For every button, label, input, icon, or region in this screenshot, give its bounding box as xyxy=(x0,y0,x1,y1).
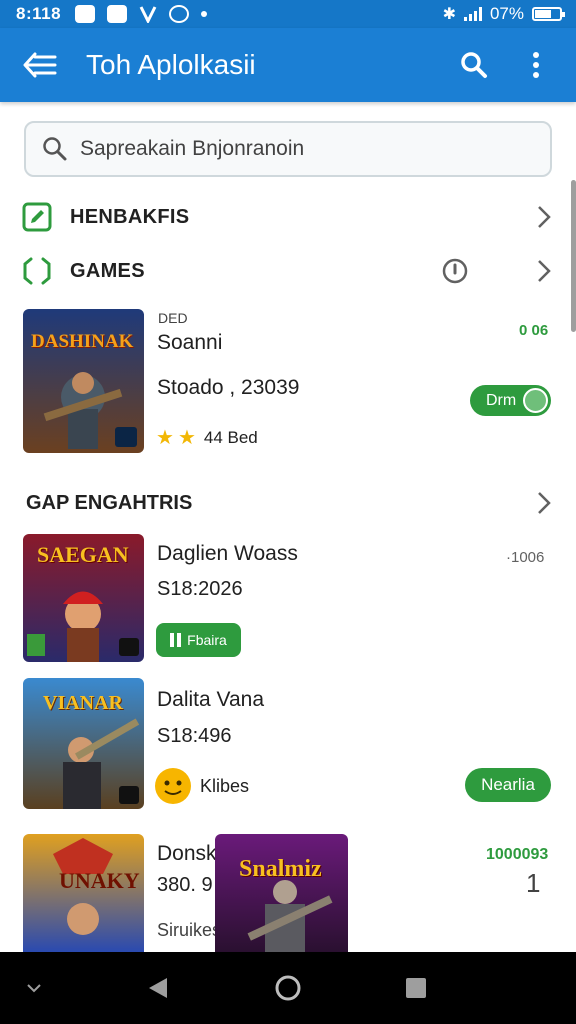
section-header[interactable]: GAP ENGAHTRIS xyxy=(26,483,556,523)
thumbnail-title: UNAKY xyxy=(59,868,140,893)
pause-icon xyxy=(170,633,182,647)
scrollbar[interactable] xyxy=(571,180,576,332)
nav-recents-button[interactable] xyxy=(402,974,430,1002)
search-icon xyxy=(43,137,67,161)
back-triangle-icon xyxy=(149,978,167,998)
app-name: Dalita Vana xyxy=(157,688,265,711)
overlay-game-thumbnail[interactable]: Snalmiz xyxy=(215,834,348,952)
thumbnail-title: VIANAR xyxy=(43,692,123,714)
home-circle-icon xyxy=(275,975,301,1001)
nav-collapse-button[interactable] xyxy=(20,974,48,1002)
chevron-right-icon xyxy=(532,259,556,283)
chevron-down-icon xyxy=(27,984,41,993)
rating-text: 44 Bed xyxy=(203,427,258,447)
category-label: HENBAKFIS xyxy=(70,205,190,228)
gamepad-icon xyxy=(23,257,51,285)
nav-back-button[interactable] xyxy=(144,974,172,1002)
more-vert-icon xyxy=(533,52,539,78)
category-row-henbakfis[interactable]: HENBAKFIS xyxy=(22,197,556,237)
notification-icon xyxy=(107,5,128,23)
app-meta: 380. 9 xyxy=(157,874,213,896)
battery-icon xyxy=(532,7,565,21)
app-action-button[interactable]: Fbaira xyxy=(156,623,241,657)
star-icon: ★ xyxy=(177,427,196,449)
status-bar: 8:118 ✱ 07% xyxy=(0,0,576,28)
app-notification-icon xyxy=(139,5,157,25)
more-options-button[interactable] xyxy=(516,45,556,85)
app-thumbnail[interactable]: UNAKY xyxy=(23,834,144,952)
rating: ★ ★ 44 Bed xyxy=(156,425,258,450)
thumbnail-title: SAEGAN xyxy=(37,542,129,567)
app-footer: Siruikes xyxy=(157,920,222,940)
toggle-knob xyxy=(523,388,548,413)
search-input[interactable] xyxy=(80,137,520,161)
app-name: Donsk xyxy=(157,842,217,865)
app-name: Daglien Woass xyxy=(157,542,298,565)
emoji-avatar-icon xyxy=(155,768,191,804)
edit-icon xyxy=(22,202,52,232)
section-heading: GAP ENGAHTRIS xyxy=(26,491,193,514)
category-label: GAMES xyxy=(70,259,145,282)
app-action-label: Fbaira xyxy=(187,632,227,648)
thumbnail-title: DASHINAK xyxy=(31,331,134,352)
app-side-value: ·1006 xyxy=(506,549,545,566)
app-thumbnail[interactable]: SAEGAN xyxy=(23,534,144,662)
thumbnail-title: Snalmiz xyxy=(239,856,322,882)
reviewer-name: Klibes xyxy=(200,775,250,796)
toggle-label: Drm xyxy=(486,391,517,409)
chevron-right-icon xyxy=(532,491,556,515)
signal-icon xyxy=(463,7,482,21)
featured-meta: Stoado , 23039 xyxy=(157,376,300,399)
nav-home-button[interactable] xyxy=(272,972,304,1004)
featured-game-thumbnail[interactable]: DASHINAK xyxy=(23,309,144,453)
battery-percent: 07% xyxy=(489,4,524,23)
app-side-value: 1000093 xyxy=(486,846,549,863)
toggle-switch[interactable]: Drm xyxy=(470,385,551,416)
compass-icon xyxy=(169,5,190,23)
info-icon[interactable] xyxy=(442,258,468,284)
search-bar[interactable] xyxy=(24,121,552,177)
search-button[interactable] xyxy=(454,45,494,85)
menu-button[interactable] xyxy=(20,45,60,85)
featured-name: Soanni xyxy=(157,331,223,354)
app-title: Toh Aplolkasii xyxy=(86,49,256,80)
system-navigation-bar xyxy=(0,952,576,1024)
message-icon xyxy=(75,5,96,23)
reviewer: Klibes xyxy=(154,767,249,805)
app-bar: Toh Aplolkasii xyxy=(0,28,576,102)
featured-tag: DED xyxy=(158,310,188,326)
search-icon xyxy=(461,52,487,78)
app-meta: S18:496 xyxy=(157,725,232,747)
chevron-right-icon xyxy=(532,205,556,229)
bluetooth-icon: ✱ xyxy=(442,6,456,23)
star-icon: ★ xyxy=(156,427,174,449)
category-row-games[interactable]: GAMES xyxy=(22,251,556,291)
dot-icon xyxy=(201,11,208,17)
app-count: 1 xyxy=(526,868,541,898)
featured-side-value: 0 06 xyxy=(519,322,549,339)
app-thumbnail[interactable]: VIANAR xyxy=(23,678,144,809)
app-meta: S18:2026 xyxy=(157,578,243,600)
app-action-button[interactable]: Nearlia xyxy=(465,768,551,802)
recents-square-icon xyxy=(406,978,426,998)
menu-icon xyxy=(23,52,57,78)
status-time: 8:118 xyxy=(16,4,62,23)
